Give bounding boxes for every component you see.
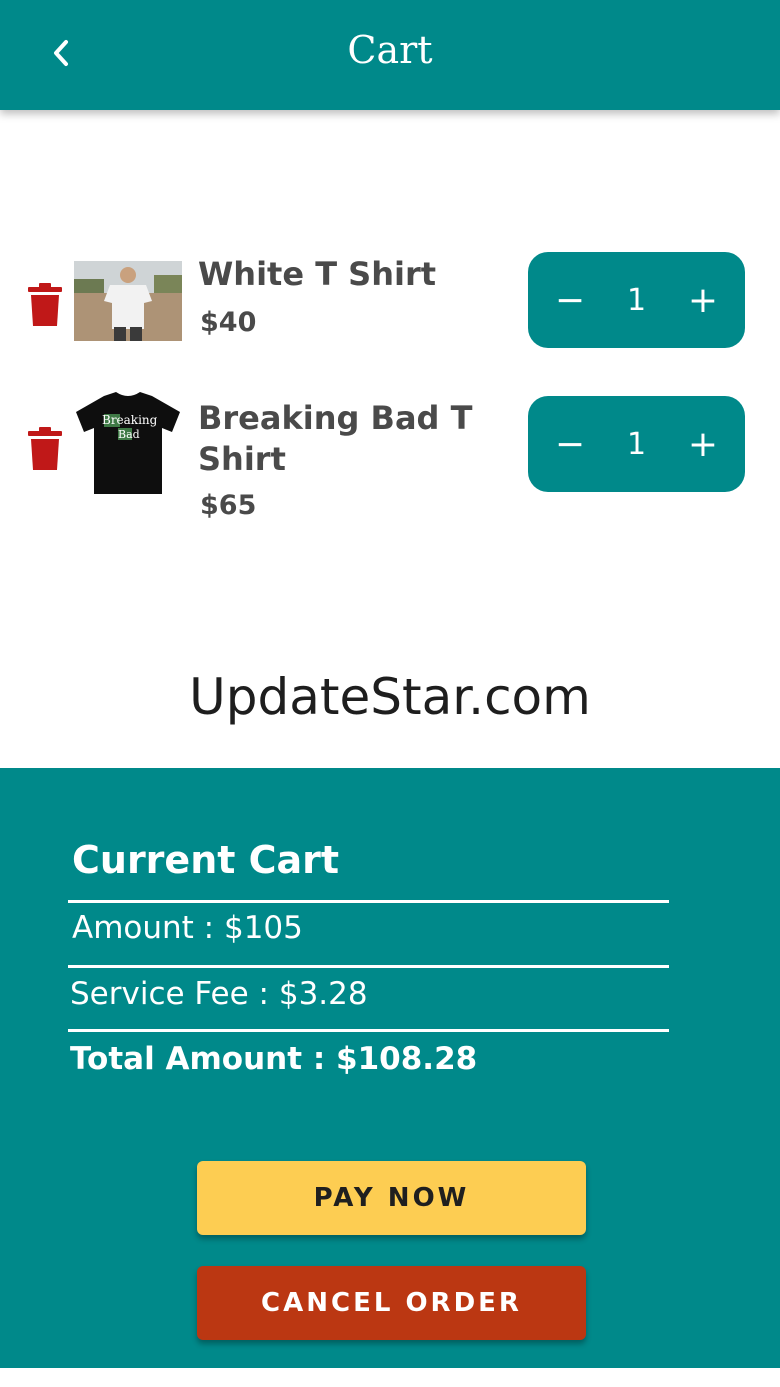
- item-image: [74, 261, 182, 341]
- quantity-stepper: − 1 +: [528, 252, 745, 348]
- quantity-value: 1: [626, 282, 647, 318]
- page-title: Cart: [347, 28, 433, 72]
- quantity-value: 1: [626, 426, 647, 462]
- increase-quantity-button[interactable]: +: [683, 424, 723, 465]
- item-image: Breaking Bad: [74, 390, 182, 496]
- item-price: $40: [200, 307, 257, 338]
- trash-icon: [28, 283, 62, 326]
- delete-item-button[interactable]: [26, 282, 64, 328]
- white-t-shirt-photo: [74, 261, 182, 341]
- summary-title: Current Cart: [72, 838, 340, 882]
- breaking-bad-t-shirt-photo: Breaking Bad: [74, 390, 182, 496]
- decrease-quantity-button[interactable]: −: [550, 424, 590, 465]
- item-name: White T Shirt: [198, 255, 437, 293]
- shirt-print-text: Bad: [118, 428, 140, 441]
- divider: [68, 965, 669, 968]
- item-price: $65: [200, 490, 257, 521]
- item-name: Breaking Bad T Shirt: [198, 399, 473, 478]
- cancel-order-button[interactable]: CANCEL ORDER: [197, 1266, 586, 1340]
- decrease-quantity-button[interactable]: −: [550, 280, 590, 321]
- watermark-text: UpdateStar.com: [189, 668, 591, 726]
- divider: [68, 900, 669, 903]
- amount-text: Amount : $105: [72, 910, 303, 946]
- trash-icon: [28, 427, 62, 470]
- cart-summary-panel: Current Cart Amount : $105 Service Fee :…: [0, 768, 780, 1368]
- shirt-print-text: Breaking: [102, 413, 158, 427]
- quantity-stepper: − 1 +: [528, 396, 745, 492]
- service-fee-text: Service Fee : $3.28: [70, 976, 368, 1012]
- delete-item-button[interactable]: [26, 426, 64, 472]
- total-amount-text: Total Amount : $108.28: [70, 1041, 478, 1077]
- divider: [68, 1029, 669, 1032]
- increase-quantity-button[interactable]: +: [683, 280, 723, 321]
- pay-now-button[interactable]: PAY NOW: [197, 1161, 586, 1235]
- app-header: Cart: [0, 0, 780, 110]
